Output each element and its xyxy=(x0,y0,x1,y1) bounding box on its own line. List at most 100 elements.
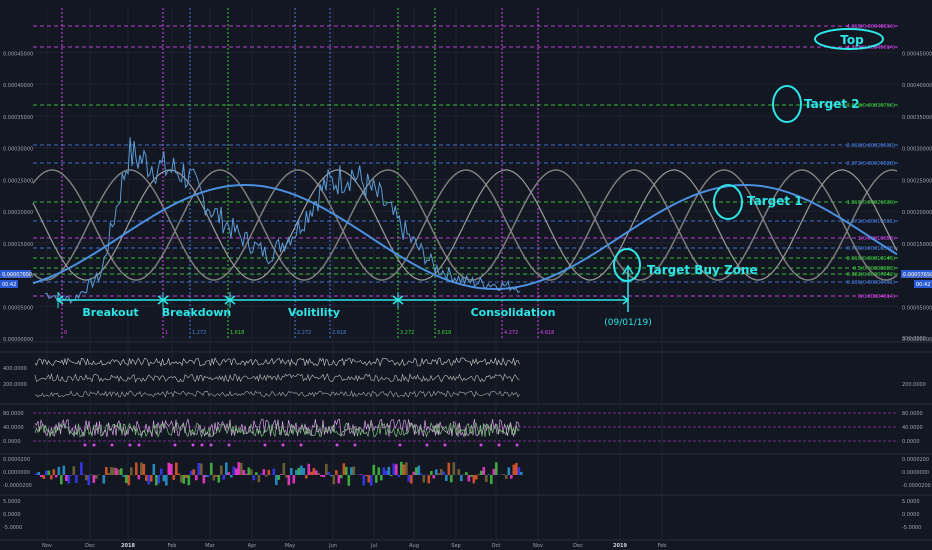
osc3-bar xyxy=(175,462,178,475)
osc3-bar xyxy=(342,463,346,475)
time-fib-label: 4.272 xyxy=(504,330,518,336)
osc3-bar xyxy=(402,464,406,475)
y-tick-left: 0.00045000 xyxy=(3,51,33,57)
osc3-bar xyxy=(467,475,471,482)
osc3-bar xyxy=(225,462,228,475)
osc3-bar xyxy=(102,475,106,484)
x-tick: Mar xyxy=(205,543,215,549)
y-tick-right: 0.00035000 xyxy=(902,115,932,121)
y-tick-right: 0.00020000 xyxy=(902,210,932,216)
osc3-bar xyxy=(120,468,123,475)
osc3-bar xyxy=(170,463,173,475)
osc3-bar xyxy=(375,475,378,483)
osc2-dot xyxy=(92,443,96,447)
osc3-bar xyxy=(442,471,446,475)
x-tick: Feb xyxy=(168,543,177,549)
osc3-bar xyxy=(447,462,451,475)
osc3-bar xyxy=(107,472,111,475)
osc2-tick-right: 80.0000 xyxy=(902,411,923,417)
osc3-bar xyxy=(37,471,41,475)
time-fib-label: 1.272 xyxy=(192,330,206,336)
osc3-bar xyxy=(140,462,143,475)
osc3-bar xyxy=(172,475,176,480)
osc2-dot xyxy=(281,443,285,447)
annotation-consolidation: Consolidation xyxy=(471,306,556,319)
osc3-bar xyxy=(277,475,281,480)
price-fib-label: 2.618(0.00029630) xyxy=(847,143,895,149)
osc3-bar xyxy=(270,474,273,475)
osc3-bar xyxy=(347,475,351,486)
osc3-bar xyxy=(152,463,156,475)
osc3-bar xyxy=(420,473,423,475)
osc3-bar xyxy=(327,471,331,475)
time-fib-label: 0 xyxy=(64,330,67,336)
osc3-bar xyxy=(512,464,516,475)
osc3-bar xyxy=(415,467,418,475)
x-tick: Apr xyxy=(248,543,258,549)
osc3-bar xyxy=(437,473,441,475)
y-tick-right: 0.00030000 xyxy=(902,147,932,153)
osc3-bar xyxy=(247,467,251,475)
osc4-tick-right: -5.0000 xyxy=(902,525,921,531)
time-fib-label: 2.272 xyxy=(297,330,311,336)
osc3-bar xyxy=(487,474,491,475)
osc3-bar xyxy=(430,471,433,475)
osc3-bar xyxy=(85,475,88,481)
price-fib-label: 0(0.00004614) xyxy=(858,294,895,300)
x-tick: Nov xyxy=(533,543,543,549)
time-fib-label: 1.618 xyxy=(230,330,244,336)
osc3-bar xyxy=(300,465,303,475)
osc3-bar xyxy=(310,471,313,475)
osc3-bar xyxy=(340,475,343,479)
countdown-label: 00:42 xyxy=(2,282,16,288)
osc3-bar xyxy=(190,470,193,475)
osc3-bar xyxy=(155,475,158,486)
osc3-bar xyxy=(465,472,468,475)
osc2-dot xyxy=(398,443,402,447)
osc3-bar xyxy=(232,466,236,475)
osc2-dot xyxy=(83,443,87,447)
osc3-bar xyxy=(115,468,118,475)
y-tick-right: 0.00045000 xyxy=(902,51,932,57)
osc3-bar xyxy=(47,470,51,475)
x-tick: Dec xyxy=(573,543,583,549)
osc3-bar xyxy=(320,475,323,477)
y-tick-left: 0.00000000 xyxy=(3,337,33,343)
osc3-bar xyxy=(412,471,416,475)
osc3-bar xyxy=(305,475,308,479)
annotation-breakdown: Breakdown xyxy=(162,306,231,319)
osc2-dot xyxy=(173,443,177,447)
x-tick: Jun xyxy=(328,543,337,549)
osc3-bar xyxy=(457,469,461,475)
osc2-tick-left: 40.0000 xyxy=(3,425,24,431)
annotation-date: (09/01/19) xyxy=(604,318,651,328)
osc3-bar xyxy=(122,475,126,477)
osc4-tick-left: -5.0000 xyxy=(3,525,22,531)
osc3-bar xyxy=(200,463,203,475)
osc3-bar xyxy=(435,469,438,475)
osc2-dot xyxy=(110,443,114,447)
osc3-bar xyxy=(272,468,276,475)
osc3-bar xyxy=(195,475,198,481)
osc3-bar xyxy=(57,466,61,475)
osc1-tick-left: 200.0000 xyxy=(3,382,27,388)
osc3-bar xyxy=(40,475,43,478)
osc3-bar xyxy=(485,475,488,482)
osc3-bar xyxy=(180,475,183,483)
osc3-tick-right: 0.0000200 xyxy=(902,457,929,463)
osc3-bar xyxy=(50,475,53,480)
osc3-bar xyxy=(62,465,66,475)
osc3-tick-right: -0.0000200 xyxy=(902,483,931,489)
x-tick: Oct xyxy=(492,543,501,549)
osc3-bar xyxy=(405,462,408,475)
osc2-dot xyxy=(479,443,483,447)
osc3-bar xyxy=(110,467,113,475)
osc3-bar xyxy=(370,475,373,486)
annotation-target2: Target 2 xyxy=(804,97,860,111)
osc3-bar xyxy=(245,473,248,475)
osc3-bar xyxy=(162,475,166,482)
y-tick-right: 0.00025000 xyxy=(902,178,932,184)
osc2-dot xyxy=(299,443,303,447)
osc3-bar xyxy=(440,469,443,475)
osc3-bar xyxy=(352,466,356,475)
